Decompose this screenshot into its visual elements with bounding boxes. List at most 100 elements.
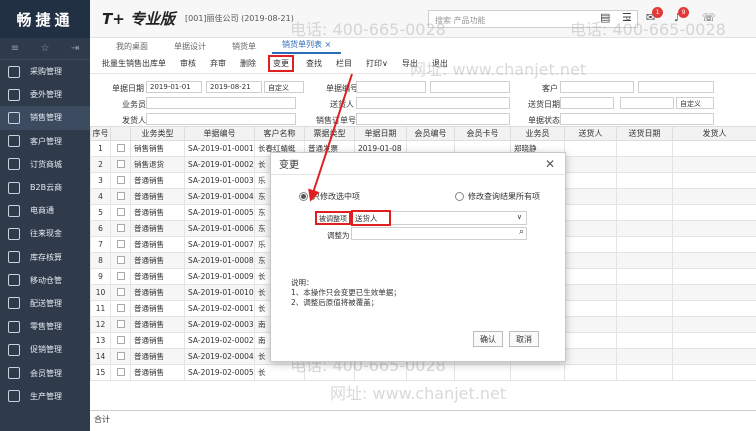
batch-outbound-button[interactable]: 批量生销售出库单 bbox=[100, 56, 168, 71]
sidebar-item[interactable]: 库存核算 bbox=[0, 246, 90, 269]
tab-desktop[interactable]: 我的桌面 bbox=[106, 39, 158, 54]
sidebar-item[interactable]: 销售管理 bbox=[0, 106, 90, 130]
checkbox[interactable] bbox=[116, 207, 125, 216]
customer-to-input[interactable] bbox=[638, 81, 714, 93]
sidebar-item[interactable]: 往来现金 bbox=[0, 222, 90, 245]
date-from-input[interactable]: 2019-01-01 bbox=[146, 81, 202, 93]
checkbox[interactable] bbox=[116, 319, 125, 328]
row-checkbox[interactable] bbox=[110, 284, 131, 301]
row-checkbox[interactable] bbox=[110, 172, 131, 189]
checkbox[interactable] bbox=[116, 191, 125, 200]
checkbox[interactable] bbox=[116, 159, 125, 168]
menu-icon[interactable]: ≡ bbox=[11, 43, 19, 54]
row-checkbox[interactable] bbox=[110, 364, 131, 381]
checkbox[interactable] bbox=[116, 287, 125, 296]
row-checkbox[interactable] bbox=[110, 348, 131, 365]
table-row[interactable]: 15 普通销售 SA-2019-02-0005 长 bbox=[90, 364, 756, 381]
shipper-input[interactable] bbox=[146, 113, 296, 125]
row-checkbox[interactable] bbox=[110, 252, 131, 269]
delete-button[interactable]: 删除 bbox=[238, 56, 258, 71]
column-header[interactable]: 票据类型 bbox=[304, 126, 355, 141]
sidebar-item[interactable]: 电商通 bbox=[0, 199, 90, 222]
doc-no-to-input[interactable] bbox=[430, 81, 510, 93]
doc-no-input[interactable] bbox=[356, 81, 426, 93]
sidebar-item[interactable]: 配送管理 bbox=[0, 292, 90, 315]
sidebar-item[interactable]: 零售管理 bbox=[0, 315, 90, 338]
adjust-to-input[interactable]: ⌕ bbox=[351, 227, 527, 240]
sidebar-item[interactable]: 委外管理 bbox=[0, 83, 90, 106]
column-header[interactable]: 会员编号 bbox=[406, 126, 455, 141]
date-mode-select[interactable]: 自定义 bbox=[264, 81, 304, 93]
calculator-icon[interactable]: ▤ bbox=[600, 11, 610, 24]
row-checkbox[interactable] bbox=[110, 236, 131, 253]
tab-sales-list[interactable]: 销货单列表 × bbox=[272, 37, 342, 54]
column-header[interactable]: 送货人 bbox=[564, 126, 617, 141]
exit-button[interactable]: 退出 bbox=[430, 56, 450, 71]
order-no-input[interactable] bbox=[356, 113, 510, 125]
row-checkbox[interactable] bbox=[110, 188, 131, 205]
row-checkbox[interactable] bbox=[110, 220, 131, 237]
change-button[interactable]: 变更 bbox=[268, 55, 294, 72]
date-to-input[interactable]: 2019-08-21 bbox=[206, 81, 262, 93]
column-header[interactable]: 单据编号 bbox=[184, 126, 255, 141]
sidebar-item[interactable]: 生产管理 bbox=[0, 385, 90, 408]
sidebar-item[interactable]: 订货商城 bbox=[0, 153, 90, 176]
checkbox[interactable] bbox=[116, 175, 125, 184]
sidebar-item[interactable]: 采购管理 bbox=[0, 60, 90, 83]
column-header[interactable]: 业务类型 bbox=[130, 126, 185, 141]
favorite-icon[interactable]: ☆ bbox=[41, 43, 50, 54]
radio-selected-only[interactable]: 只修改选中项 bbox=[299, 191, 360, 202]
customer-input[interactable] bbox=[560, 81, 634, 93]
row-checkbox[interactable] bbox=[110, 140, 131, 157]
sidebar-item[interactable]: 会员管理 bbox=[0, 361, 90, 384]
row-checkbox[interactable] bbox=[110, 268, 131, 285]
column-header[interactable]: 发货人 bbox=[672, 126, 756, 141]
salesman-input[interactable] bbox=[146, 97, 296, 109]
delivery-date-from[interactable] bbox=[560, 97, 614, 109]
tab-sales-order[interactable]: 销货单 bbox=[222, 39, 266, 54]
tab-doc-design[interactable]: 单据设计 bbox=[164, 39, 216, 54]
cancel-button[interactable]: 取消 bbox=[509, 331, 539, 347]
sender-input[interactable] bbox=[356, 97, 510, 109]
checkbox[interactable] bbox=[116, 351, 125, 360]
checkbox[interactable] bbox=[116, 255, 125, 264]
column-header[interactable] bbox=[110, 126, 131, 141]
company-info[interactable]: [001]丽佳公司 (2019-08-21) bbox=[185, 13, 294, 24]
delivery-date-to[interactable] bbox=[620, 97, 674, 109]
collapse-icon[interactable]: ⇥ bbox=[71, 43, 79, 54]
export-button[interactable]: 导出 bbox=[400, 56, 420, 71]
find-button[interactable]: 查找 bbox=[304, 56, 324, 71]
row-checkbox[interactable] bbox=[110, 300, 131, 317]
column-header[interactable]: 客户名称 bbox=[254, 126, 305, 141]
close-icon[interactable]: ✕ bbox=[545, 157, 555, 171]
print-button[interactable]: 打印∨ bbox=[364, 56, 390, 71]
sidebar-item[interactable]: 客户管理 bbox=[0, 130, 90, 153]
search-icon[interactable]: ⌕ bbox=[519, 227, 524, 237]
column-header[interactable]: 会员卡号 bbox=[454, 126, 511, 141]
columns-button[interactable]: 栏目 bbox=[334, 56, 354, 71]
confirm-button[interactable]: 确认 bbox=[473, 331, 503, 347]
row-checkbox[interactable] bbox=[110, 156, 131, 173]
checkbox[interactable] bbox=[116, 143, 125, 152]
unaudit-button[interactable]: 弃审 bbox=[208, 56, 228, 71]
row-checkbox[interactable] bbox=[110, 332, 131, 349]
column-header[interactable]: 序号 bbox=[90, 126, 111, 141]
checkbox[interactable] bbox=[116, 367, 125, 376]
checkbox[interactable] bbox=[116, 303, 125, 312]
radio-all-results[interactable]: 修改查询结果所有项 bbox=[455, 191, 540, 202]
row-checkbox[interactable] bbox=[110, 204, 131, 221]
checkbox[interactable] bbox=[116, 335, 125, 344]
sidebar-item[interactable]: B2B云商 bbox=[0, 176, 90, 199]
message-icon[interactable]: ✉ 1 bbox=[646, 7, 664, 24]
checkbox[interactable] bbox=[116, 239, 125, 248]
notification-icon[interactable]: ♪ 9 bbox=[674, 7, 690, 24]
column-header[interactable]: 送货日期 bbox=[616, 126, 673, 141]
column-header[interactable]: 业务员 bbox=[510, 126, 565, 141]
checkbox[interactable] bbox=[116, 223, 125, 232]
sidebar-item[interactable]: 移动仓管 bbox=[0, 269, 90, 292]
doc-status-select[interactable] bbox=[560, 113, 714, 125]
column-header[interactable]: 单据日期 bbox=[354, 126, 407, 141]
audit-button[interactable]: 审核 bbox=[178, 56, 198, 71]
list-icon[interactable]: ☰ bbox=[622, 11, 632, 24]
checkbox[interactable] bbox=[116, 271, 125, 280]
